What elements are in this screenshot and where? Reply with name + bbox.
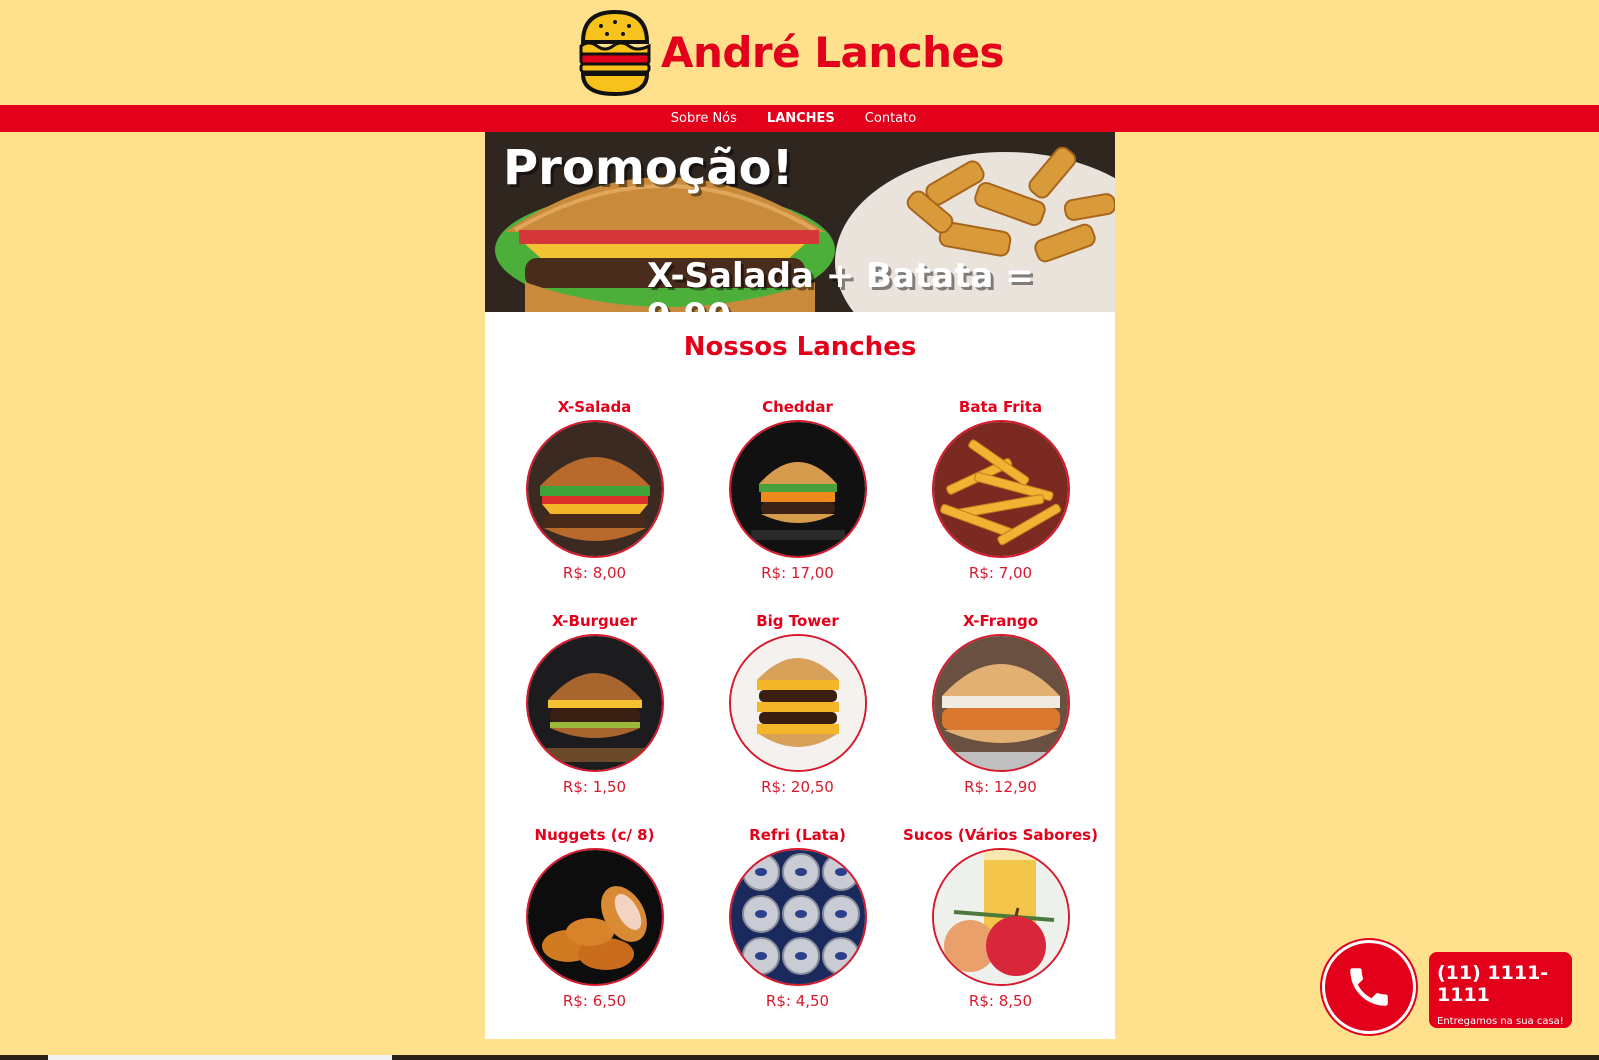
burger-classic-image xyxy=(525,634,664,772)
menu-item-x-burguer[interactable]: X-Burguer R$: 1,50 xyxy=(493,612,696,796)
menu-panel: Nossos Lanches X-Salada R$: 8,00 Cheddar xyxy=(485,312,1115,1039)
item-name: Refri (Lata) xyxy=(749,826,846,844)
nav-lanches[interactable]: LANCHES xyxy=(767,111,835,126)
logo[interactable]: André Lanches xyxy=(577,8,1005,98)
menu-item-nuggets[interactable]: Nuggets (c/ 8) R$: 6,50 xyxy=(493,826,696,1010)
item-price: R$: 1,50 xyxy=(562,778,627,796)
site-header: André Lanches xyxy=(0,0,1599,105)
item-price: R$: 12,90 xyxy=(964,778,1037,796)
burger-salad-image xyxy=(525,420,664,558)
bottom-strip xyxy=(0,1055,1599,1060)
item-price: R$: 17,00 xyxy=(761,564,834,582)
main-nav: Sobre Nós LANCHES Contato xyxy=(0,105,1599,132)
item-price: R$: 4,50 xyxy=(765,992,830,1010)
burger-cheddar-image xyxy=(728,420,867,558)
bottom-strip-highlight xyxy=(48,1055,392,1060)
nav-sobre-nos[interactable]: Sobre Nós xyxy=(671,111,737,126)
item-price: R$: 8,00 xyxy=(562,564,627,582)
call-button[interactable] xyxy=(1322,940,1416,1034)
phone-number: (11) 1111-1111 xyxy=(1437,962,1549,1006)
item-name: Sucos (Vários Sabores) xyxy=(903,826,1098,844)
item-name: Bata Frita xyxy=(958,398,1043,416)
delivery-note: Entregamos na sua casa! xyxy=(1437,1016,1564,1027)
promo-banner: Promoção! X-Salada + Batata = 9,90 xyxy=(485,132,1115,312)
item-price: R$: 20,50 xyxy=(761,778,834,796)
soda-cans-image xyxy=(728,848,867,986)
nav-contato[interactable]: Contato xyxy=(865,111,916,126)
item-price: R$: 7,00 xyxy=(968,564,1033,582)
burger-tower-image xyxy=(728,634,867,772)
brand-name: André Lanches xyxy=(660,28,1005,77)
promo-subtitle: X-Salada + Batata = 9,90 xyxy=(647,256,1034,312)
item-name: Nuggets (c/ 8) xyxy=(534,826,655,844)
burger-icon xyxy=(579,9,651,96)
nuggets-image xyxy=(525,848,664,986)
menu-item-x-salada[interactable]: X-Salada R$: 8,00 xyxy=(493,398,696,582)
item-name: Big Tower xyxy=(756,612,839,630)
menu-title: Nossos Lanches xyxy=(683,332,917,362)
menu-item-bata-frita[interactable]: Bata Frita R$: 7,00 xyxy=(899,398,1102,582)
chicken-burger-image xyxy=(931,634,1070,772)
menu-item-x-frango[interactable]: X-Frango R$: 12,90 xyxy=(899,612,1102,796)
item-price: R$: 8,50 xyxy=(968,992,1033,1010)
menu-item-sucos[interactable]: Sucos (Vários Sabores) R$: 8,50 xyxy=(899,826,1102,1010)
menu-item-cheddar[interactable]: Cheddar R$: 17,00 xyxy=(696,398,899,582)
juice-image xyxy=(931,848,1070,986)
fries-image xyxy=(931,420,1070,558)
item-price: R$: 6,50 xyxy=(562,992,627,1010)
contact-box[interactable]: (11) 1111-1111 Entregamos na sua casa! xyxy=(1429,952,1572,1028)
item-name: X-Burguer xyxy=(551,612,638,630)
menu-item-refri[interactable]: Refri (Lata) R$: 4,50 xyxy=(696,826,899,1010)
item-name: X-Salada xyxy=(557,398,632,416)
item-name: X-Frango xyxy=(962,612,1039,630)
phone-icon xyxy=(1350,968,1388,1006)
promo-title: Promoção! xyxy=(503,140,794,196)
menu-item-big-tower[interactable]: Big Tower R$: 20,50 xyxy=(696,612,899,796)
item-name: Cheddar xyxy=(762,398,833,416)
menu-grid: X-Salada R$: 8,00 Cheddar R$: 17,00 Bata… xyxy=(493,398,1105,1010)
